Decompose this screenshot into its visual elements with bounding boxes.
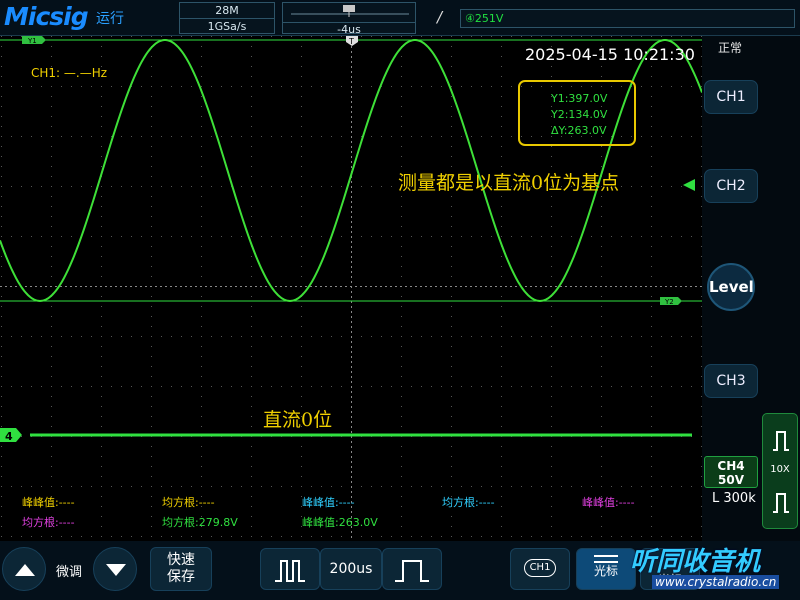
ch3-button[interactable]: CH3: [704, 364, 758, 398]
ch4-scale: 50V: [718, 473, 744, 487]
svg-text:Y1: Y1: [27, 37, 37, 45]
pulse-dense-icon: [275, 560, 305, 582]
watermark-title: 听同收音机: [630, 547, 761, 577]
oscilloscope-app: Micsig 运行 28M 1GSa/s -4us / ④251V Y1 Y2 …: [0, 0, 800, 600]
date-time: 2025-04-15 10:21:30: [525, 45, 695, 64]
pulse-down-icon: [773, 493, 789, 513]
meas-ch4-rms: 均方根:279.8V: [162, 516, 238, 529]
meas-ch2-vpp: 峰峰值:----: [302, 496, 355, 509]
level-knob[interactable]: Level: [707, 263, 755, 311]
trigger-position-box[interactable]: -4us: [282, 2, 416, 36]
ch4-label: CH4: [717, 459, 745, 473]
sample-rate: 1GSa/s: [180, 18, 274, 33]
meas-ch4-vpp: 峰峰值:263.0V: [302, 516, 378, 529]
position-marker-icon: [343, 5, 355, 12]
meas-ch2-rms: 均方根:----: [442, 496, 495, 509]
acquisition-box[interactable]: 28M 1GSa/s: [179, 2, 275, 34]
memory-depth: 28M: [215, 4, 239, 17]
quick-save-button[interactable]: 快速 保存: [150, 547, 212, 591]
cursor-delta-value: ΔY:263.0V: [551, 124, 607, 137]
ch4-button[interactable]: CH4 50V: [704, 456, 758, 488]
svg-text:T: T: [348, 37, 354, 46]
ch2-button[interactable]: CH2: [704, 169, 758, 203]
pulse-up-icon: [773, 431, 789, 451]
cursor-y2-value: Y2:134.0V: [551, 108, 608, 121]
cursor-button[interactable]: 光标: [576, 548, 636, 590]
timebase-value[interactable]: 200us: [320, 548, 382, 590]
meas-ch3-vpp: 峰峰值:----: [582, 496, 635, 509]
arrow-up-icon: [15, 564, 35, 576]
meas-ch1-rms: 均方根:----: [162, 496, 215, 509]
timebase-increase-button[interactable]: [382, 548, 442, 590]
ch4-impedance: L 300k: [712, 491, 756, 506]
channel-select-button[interactable]: CH1: [510, 548, 570, 590]
ch1-button[interactable]: CH1: [704, 80, 758, 114]
cursor-y1-tag-icon: Y1: [22, 36, 46, 45]
annotation-dc-zero: 直流0位: [263, 409, 333, 431]
trigger-level-readout[interactable]: ④251V: [460, 9, 795, 28]
cursor-y2-tag-icon: Y2: [660, 297, 682, 306]
probe-ratio: 10X: [770, 464, 790, 475]
run-stop-status[interactable]: 运行: [96, 8, 124, 28]
memory-position-bar: [291, 5, 409, 17]
ch1-frequency-readout: CH1: —.—Hz: [31, 66, 108, 80]
meas-ch1-vpp: 峰峰值:----: [22, 496, 75, 509]
trigger-position-marker-icon: T: [346, 36, 358, 46]
trigger-level-arrow-icon: [683, 179, 695, 191]
svg-text:Y2: Y2: [664, 298, 674, 306]
pulse-wide-icon: [395, 560, 429, 582]
trigger-offset: -4us: [283, 22, 415, 36]
timebase-decrease-button[interactable]: [260, 548, 320, 590]
cursor-y1-value: Y1:397.0V: [551, 92, 608, 105]
meas-ch3-rms: 均方根:----: [22, 516, 75, 529]
watermark-url: www.crystalradio.cn: [652, 575, 780, 589]
svg-text:4: 4: [5, 430, 13, 443]
arrow-down-icon: [106, 564, 126, 576]
fine-adjust-label: 微调: [56, 565, 83, 580]
brand-logo: Micsig: [4, 2, 89, 31]
ch4-ground-marker-icon: 4: [0, 428, 22, 443]
cursor-icon: [594, 555, 618, 563]
trigger-state: 正常: [718, 41, 743, 55]
fine-up-button[interactable]: [2, 547, 46, 591]
fine-down-button[interactable]: [93, 547, 137, 591]
annotation-measurement-baseline: 测量都是以直流0位为基点: [398, 172, 620, 194]
trigger-slope-icon[interactable]: /: [437, 8, 442, 26]
